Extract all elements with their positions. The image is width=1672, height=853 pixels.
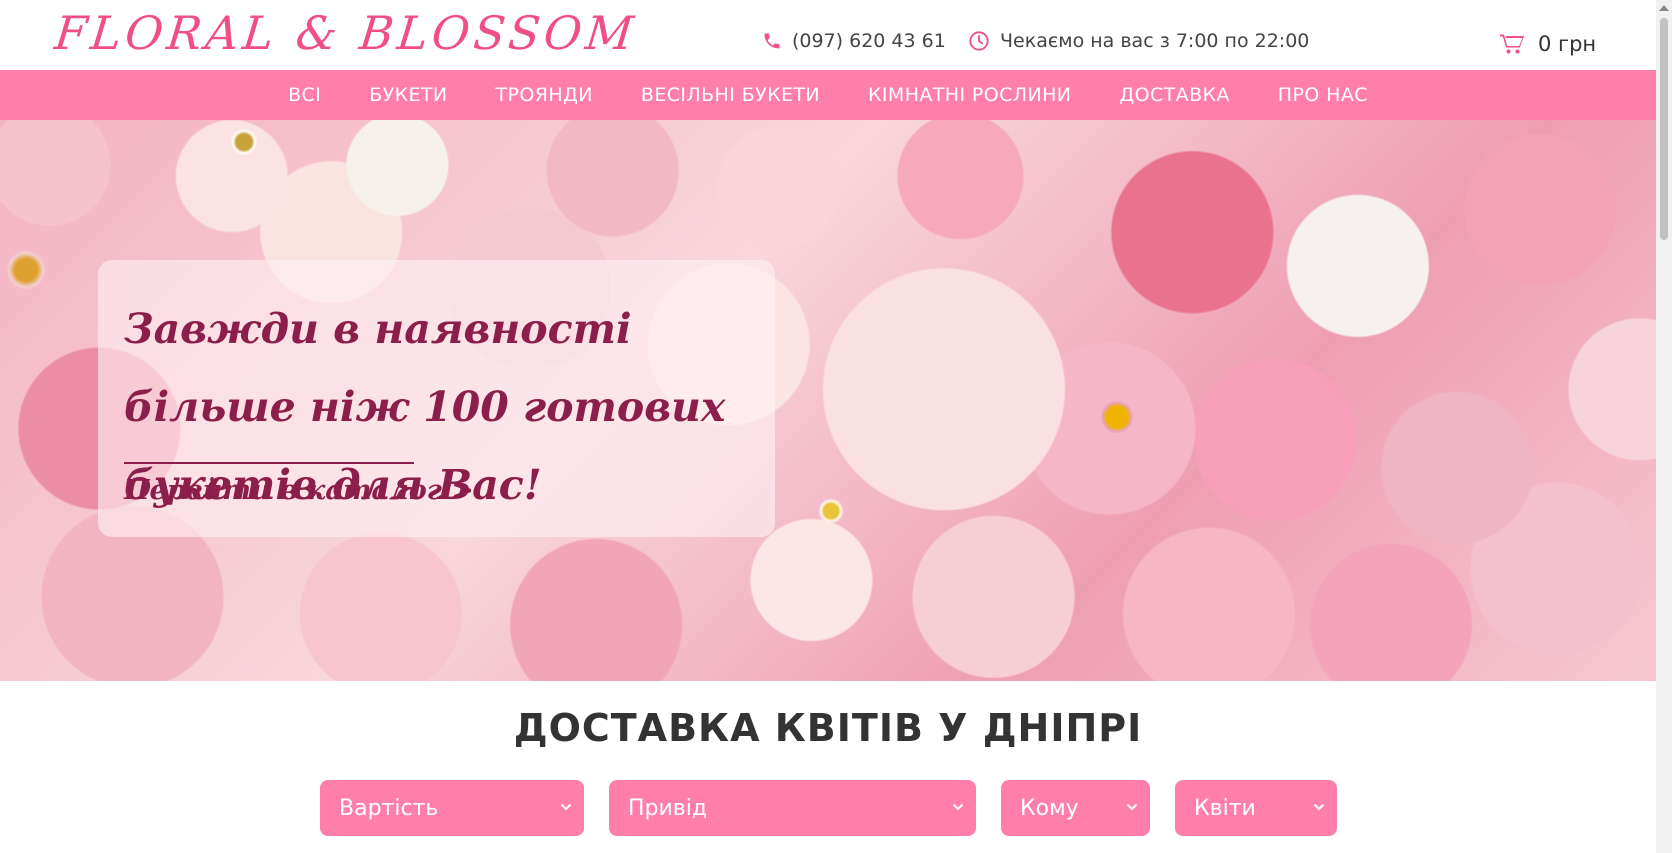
hours-text: Чекаємо на вас з 7:00 по 22:00: [1000, 30, 1310, 52]
vertical-scrollbar[interactable]: [1656, 0, 1672, 853]
scroll-up-icon[interactable]: [1659, 5, 1669, 11]
flower-center-decoration: [1100, 400, 1134, 434]
cart-button[interactable]: 0 грн: [1500, 32, 1596, 56]
nav-item-about[interactable]: ПРО НАС: [1278, 84, 1368, 106]
hero-card: Завжди в наявності більше ніж 100 готови…: [98, 260, 775, 537]
catalog-link[interactable]: Перейти в каталог >: [124, 475, 474, 506]
top-header: FLORAL & BLOSSOM (097) 620 43 61 Чекаємо…: [0, 0, 1656, 70]
occasion-filter-label: Привід: [628, 795, 708, 821]
nav-item-delivery[interactable]: ДОСТАВКА: [1119, 84, 1229, 106]
filter-bar: Вартість Привід Кому Квіти: [0, 780, 1656, 836]
occasion-filter-select[interactable]: Привід: [609, 780, 976, 836]
section-title: ДОСТАВКА КВІТІВ У ДНІПРІ: [513, 706, 1143, 750]
phone-contact[interactable]: (097) 620 43 61: [762, 30, 946, 52]
nav-item-house-plants[interactable]: КІМНАТНІ РОСЛИНИ: [868, 84, 1071, 106]
logo[interactable]: FLORAL & BLOSSOM: [52, 6, 640, 60]
main-nav: ВСІ БУКЕТИ ТРОЯНДИ ВЕСІЛЬНІ БУКЕТИ КІМНА…: [0, 70, 1656, 120]
clock-icon: [969, 31, 989, 51]
recipient-filter-label: Кому: [1020, 795, 1079, 821]
cart-total: 0 грн: [1538, 32, 1597, 56]
flowers-filter-label: Квіти: [1194, 795, 1256, 821]
nav-item-bouquets[interactable]: БУКЕТИ: [369, 84, 447, 106]
price-filter-label: Вартість: [339, 795, 439, 821]
nav-item-all[interactable]: ВСІ: [288, 84, 321, 106]
chevron-down-icon: [952, 803, 964, 811]
phone-number: (097) 620 43 61: [792, 30, 946, 52]
chevron-down-icon: [1126, 803, 1138, 811]
hero-divider: [124, 462, 414, 464]
flower-center-decoration: [818, 498, 844, 524]
recipient-filter-select[interactable]: Кому: [1001, 780, 1150, 836]
hero-banner: Завжди в наявності більше ніж 100 готови…: [0, 120, 1656, 681]
phone-icon: [764, 33, 780, 49]
working-hours: Чекаємо на вас з 7:00 по 22:00: [968, 30, 1309, 52]
chevron-down-icon: [560, 803, 572, 811]
price-filter-select[interactable]: Вартість: [320, 780, 584, 836]
nav-item-roses[interactable]: ТРОЯНДИ: [496, 84, 593, 106]
flower-center-decoration: [230, 128, 258, 156]
flower-center-decoration: [6, 250, 46, 290]
chevron-down-icon: [1313, 803, 1325, 811]
scrollbar-thumb[interactable]: [1660, 18, 1668, 240]
flowers-filter-select[interactable]: Квіти: [1175, 780, 1337, 836]
cart-icon: [1500, 34, 1524, 54]
nav-item-wedding-bouquets[interactable]: ВЕСІЛЬНІ БУКЕТИ: [641, 84, 820, 106]
